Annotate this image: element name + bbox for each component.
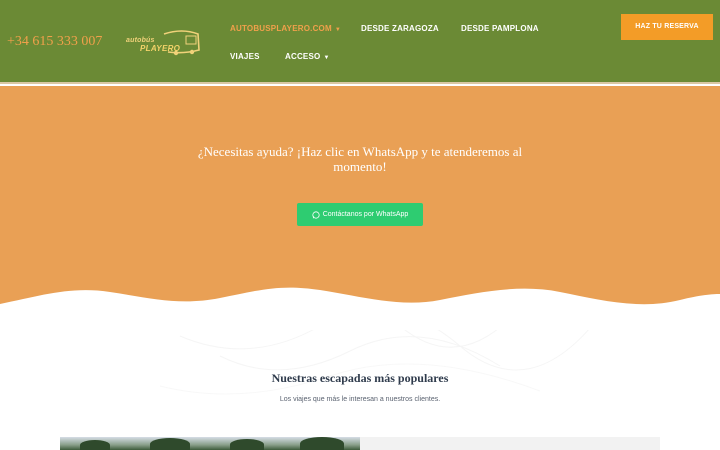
whatsapp-button-label: Contáctanos por WhatsApp	[322, 211, 409, 218]
logo-text-bottom: PLAYERO	[140, 44, 181, 53]
hero-wave-divider	[0, 287, 720, 330]
trip-card-image[interactable]	[60, 437, 360, 450]
whatsapp-contact-button[interactable]: Contáctanos por WhatsApp	[297, 203, 423, 226]
whatsapp-icon	[312, 210, 320, 219]
chevron-down-icon: ▼	[334, 27, 341, 33]
phone-link[interactable]: +34 615 333 007	[7, 34, 102, 50]
nav-viajes[interactable]: VIAJES	[230, 52, 260, 61]
logo-text-top: autobús	[126, 37, 155, 44]
nav-desde-zaragoza[interactable]: DESDE ZARAGOZA	[361, 24, 439, 33]
nav-desde-pamplona-label: DESDE PAMPLONA	[461, 24, 539, 33]
popular-trips-subtitle: Los viajes que más le interesan a nuestr…	[279, 396, 441, 403]
nav-desde-zaragoza-label: DESDE ZARAGOZA	[361, 24, 439, 33]
nav-acceso[interactable]: ACCESO ▼	[285, 52, 330, 61]
chevron-down-icon: ▼	[323, 55, 330, 61]
popular-trips-title: Nuestras escapadas más populares	[271, 371, 449, 385]
site-header: +34 615 333 007 autobús PLAYERO AUTOBUSP…	[0, 0, 720, 84]
trip-card-panel[interactable]	[360, 437, 660, 450]
nav-autobusplayero-label: AUTOBUSPLAYERO.COM	[230, 24, 332, 33]
book-now-button[interactable]: HAZ TU RESERVA	[621, 14, 713, 40]
site-logo[interactable]: autobús PLAYERO	[124, 26, 202, 62]
nav-desde-pamplona[interactable]: DESDE PAMPLONA	[461, 24, 539, 33]
help-message: ¿Necesitas ayuda? ¡Haz clic en WhatsApp …	[197, 144, 523, 174]
nav-acceso-label: ACCESO	[285, 52, 321, 61]
nav-autobusplayero[interactable]: AUTOBUSPLAYERO.COM ▼	[230, 24, 341, 33]
nav-viajes-label: VIAJES	[230, 52, 260, 61]
